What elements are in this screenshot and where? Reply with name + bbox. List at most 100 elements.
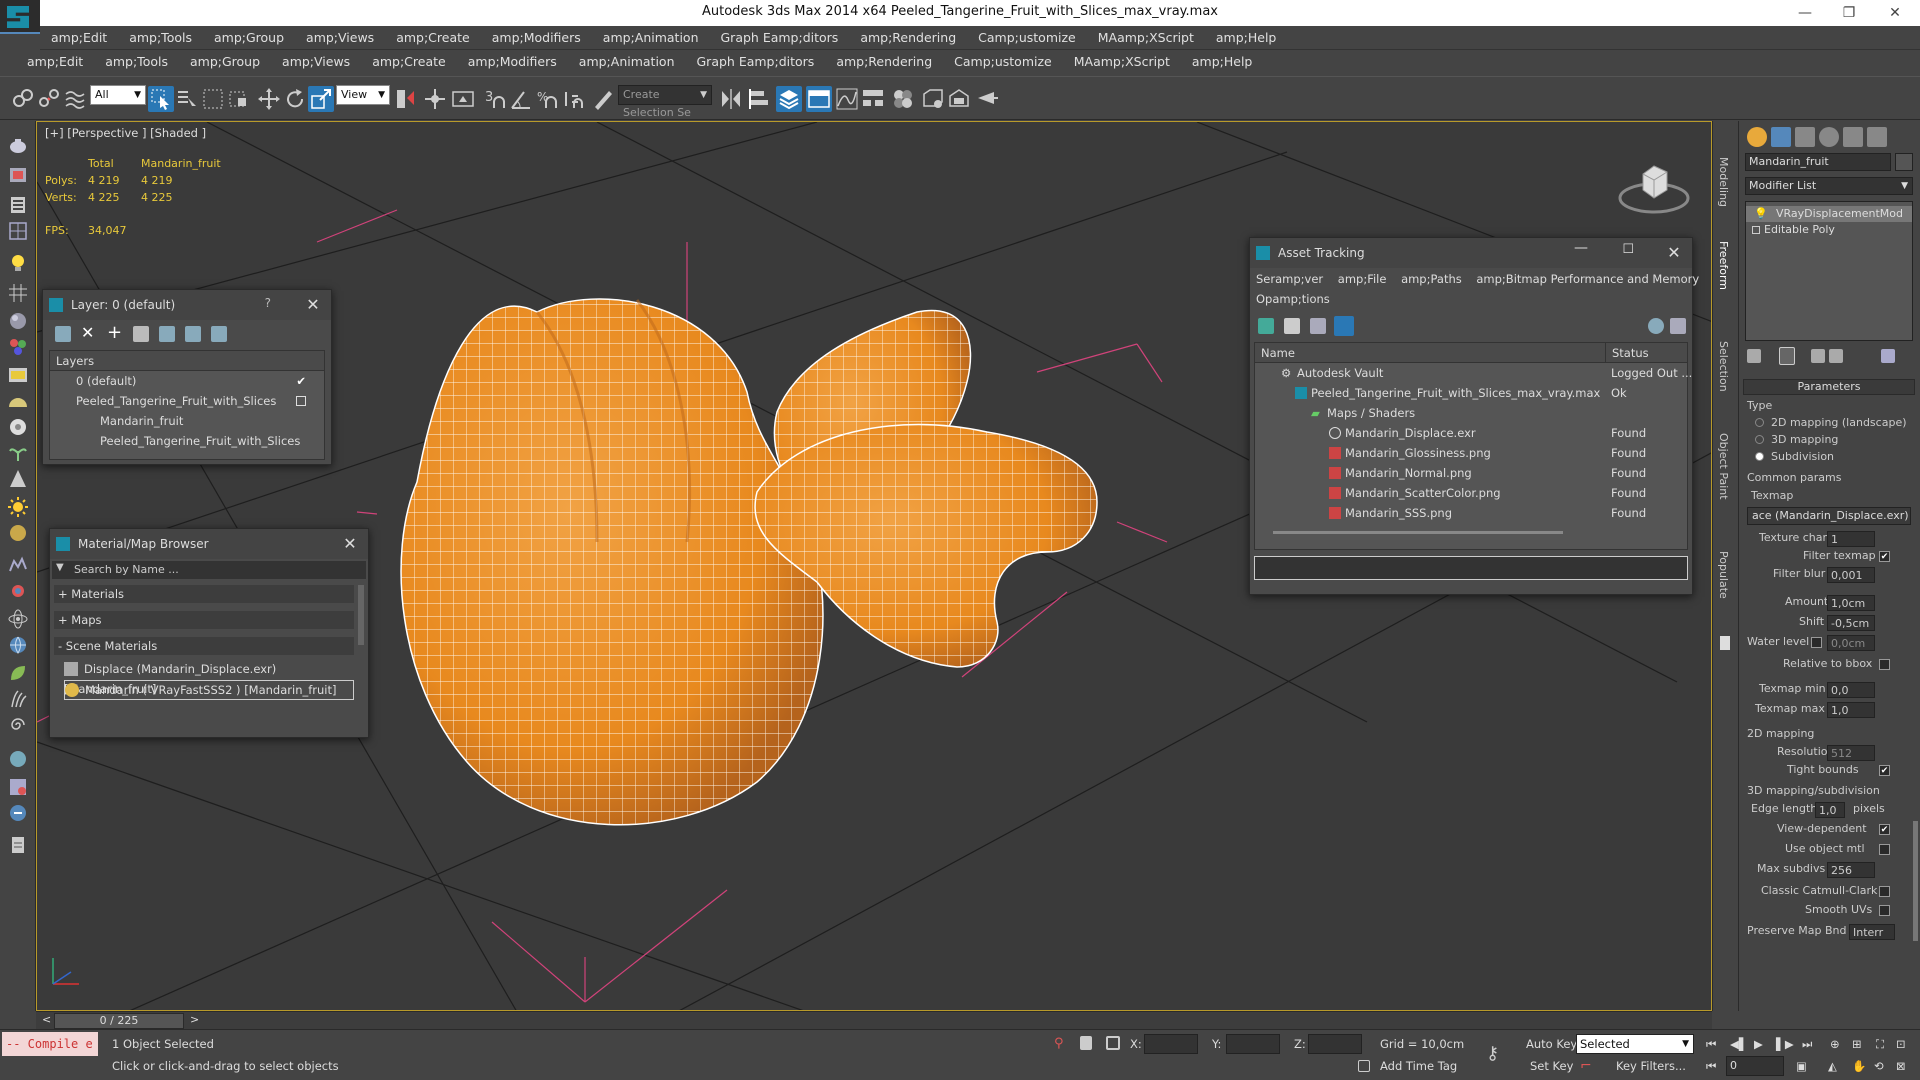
move-icon[interactable] bbox=[256, 86, 282, 112]
minimize-button[interactable]: — bbox=[1782, 0, 1828, 26]
horizontal-scrollbar[interactable] bbox=[1273, 531, 1563, 534]
curve-editor-icon[interactable] bbox=[834, 86, 860, 112]
link-icon[interactable] bbox=[10, 86, 36, 112]
key-icon[interactable]: ⚷ bbox=[1486, 1045, 1512, 1063]
layer-current-box-icon[interactable] bbox=[296, 396, 306, 406]
texmap-button[interactable]: ace (Mandarin_Displace.exr) bbox=[1747, 507, 1911, 525]
type-option-3d[interactable]: 3D mapping bbox=[1755, 433, 1919, 451]
minimize-icon[interactable]: — bbox=[1574, 240, 1588, 256]
percent-snap-icon[interactable]: % bbox=[534, 86, 560, 112]
make-unique-icon[interactable] bbox=[1811, 349, 1825, 363]
asset-tracking-close-icon[interactable]: ✕ bbox=[1664, 238, 1684, 268]
asset-menu-options[interactable]: Opamp;tions bbox=[1256, 292, 1330, 306]
ribbon-toggle-icon[interactable] bbox=[1720, 636, 1730, 650]
maximize-toggle-icon[interactable]: ⊠ bbox=[1896, 1056, 1906, 1076]
filter-texmap-checkbox[interactable]: ✔ bbox=[1879, 551, 1890, 562]
add-to-layer-icon[interactable]: + bbox=[107, 324, 123, 342]
previous-frame-icon[interactable]: ◀▌ bbox=[1730, 1034, 1748, 1054]
sphere-gizmo-icon[interactable] bbox=[6, 747, 30, 771]
viewcube-icon[interactable] bbox=[1617, 156, 1691, 216]
maximize-icon[interactable]: ☐ bbox=[1622, 242, 1634, 257]
menu-customize[interactable]: Camp;ustomize bbox=[943, 50, 1063, 74]
preserve-map-dropdown[interactable]: Interr bbox=[1849, 924, 1895, 940]
app-logo-icon[interactable] bbox=[0, 0, 40, 34]
material-editor-icon[interactable] bbox=[890, 86, 916, 112]
menu-graph-editors[interactable]: Graph Eamp;ditors bbox=[710, 26, 850, 50]
globe-icon[interactable] bbox=[6, 633, 30, 657]
asset-row[interactable]: Mandarin_Displace.exr Found bbox=[1255, 423, 1687, 443]
help-icon[interactable]: ? bbox=[265, 296, 271, 310]
pin-stack-icon[interactable] bbox=[1747, 349, 1761, 363]
asset-row[interactable]: ⚙ Autodesk Vault Logged Out ... bbox=[1255, 363, 1692, 383]
use-object-mtl-checkbox[interactable] bbox=[1879, 844, 1890, 855]
rendered-frame-window-icon[interactable] bbox=[946, 86, 972, 112]
expand-box-icon[interactable] bbox=[1752, 226, 1760, 234]
col-name-header[interactable]: Name bbox=[1261, 343, 1295, 363]
hemisphere-icon[interactable] bbox=[6, 389, 30, 413]
tab-populate[interactable]: Populate bbox=[1717, 551, 1730, 599]
add-time-tag[interactable]: Add Time Tag bbox=[1380, 1056, 1457, 1076]
pivot-center-icon[interactable] bbox=[392, 86, 418, 112]
modifier-list-dropdown[interactable]: Modifier List ▼ bbox=[1745, 177, 1913, 195]
asset-menu-file[interactable]: amp;File bbox=[1338, 272, 1387, 286]
close-button[interactable]: ✕ bbox=[1872, 0, 1918, 26]
zoom-icon[interactable]: ⊕ bbox=[1830, 1034, 1840, 1054]
highlight-layer-icon[interactable] bbox=[159, 326, 175, 342]
snap-toggle-icon[interactable]: 3 bbox=[482, 86, 508, 112]
zoom-extents-icon[interactable]: ⛶ bbox=[1876, 1034, 1884, 1054]
water-level-checkbox[interactable] bbox=[1811, 637, 1822, 648]
menu-modifiers[interactable]: amp;Modifiers bbox=[457, 50, 568, 74]
time-tag-icon[interactable] bbox=[1358, 1060, 1370, 1072]
isolate-icon[interactable]: ⚲ bbox=[1054, 1036, 1066, 1051]
scale-icon[interactable] bbox=[308, 86, 334, 112]
key-filters-button[interactable]: Key Filters... bbox=[1616, 1056, 1686, 1076]
create-layer-icon[interactable] bbox=[55, 326, 71, 342]
tab-selection[interactable]: Selection bbox=[1717, 341, 1730, 392]
motion-tab-icon[interactable] bbox=[1819, 127, 1839, 147]
sphere-icon[interactable] bbox=[6, 309, 30, 333]
light-bulb-icon[interactable]: 💡 bbox=[1754, 206, 1768, 222]
layer-column-header[interactable]: Layers bbox=[50, 351, 324, 371]
utilities-tab-icon[interactable] bbox=[1867, 127, 1887, 147]
render-frame-icon[interactable] bbox=[6, 163, 30, 187]
maximize-button[interactable]: ❐ bbox=[1826, 0, 1872, 26]
tab-object-paint[interactable]: Object Paint bbox=[1717, 433, 1730, 500]
type-option-2d[interactable]: 2D mapping (landscape) bbox=[1755, 416, 1919, 434]
ball-icon[interactable] bbox=[6, 521, 30, 545]
unlink-icon[interactable] bbox=[36, 86, 62, 112]
layer-item-peeled-tangerine[interactable]: Peeled_Tangerine_Fruit_with_Slices bbox=[50, 391, 324, 411]
go-to-end-icon[interactable]: ⏭ bbox=[1802, 1034, 1812, 1054]
texmap-max-input[interactable]: 1,0 bbox=[1827, 702, 1875, 718]
field-of-view-icon[interactable]: ◭ bbox=[1828, 1056, 1837, 1076]
plant-icon[interactable] bbox=[6, 441, 30, 465]
scatter-icon[interactable] bbox=[6, 553, 30, 577]
teapot-icon[interactable] bbox=[6, 133, 30, 157]
col-status-header[interactable]: Status bbox=[1605, 343, 1649, 363]
layer-item-mandarin-fruit[interactable]: Mandarin_fruit bbox=[50, 411, 324, 431]
spiral-icon[interactable] bbox=[6, 713, 30, 737]
tab-freeform[interactable]: Freeform bbox=[1717, 241, 1730, 290]
menu-help[interactable]: amp;Help bbox=[1181, 50, 1263, 74]
window-crossing-icon[interactable] bbox=[226, 86, 252, 112]
asset-menu-server[interactable]: Seramp;ver bbox=[1256, 272, 1323, 286]
set-key-icon[interactable]: ⌐ bbox=[1580, 1058, 1596, 1074]
align-icon[interactable] bbox=[746, 86, 772, 112]
named-selection-set-input[interactable]: Create Selection Se ▼ bbox=[618, 85, 712, 119]
select-manipulate-icon[interactable] bbox=[422, 86, 448, 112]
schematic-view-icon[interactable] bbox=[860, 86, 886, 112]
type-option-subdivision[interactable]: Subdivision bbox=[1755, 450, 1919, 468]
display-tab-icon[interactable] bbox=[1843, 127, 1863, 147]
menu-customize[interactable]: Camp;ustomize bbox=[967, 26, 1087, 50]
bind-space-warp-icon[interactable] bbox=[62, 86, 88, 112]
menu-maxscript[interactable]: MAamp;XScript bbox=[1087, 26, 1205, 50]
atom-icon[interactable] bbox=[6, 607, 30, 631]
details-view-icon[interactable] bbox=[1310, 318, 1326, 334]
layer-item-default[interactable]: 0 (default) ✔ bbox=[50, 371, 324, 391]
shift-input[interactable]: -0,5cm bbox=[1827, 615, 1875, 631]
asset-row[interactable]: Peeled_Tangerine_Fruit_with_Slices_max_v… bbox=[1255, 383, 1687, 403]
perspective-viewport[interactable]: [+] [Perspective ] [Shaded ] Total Manda… bbox=[36, 121, 1712, 1011]
scrollbar[interactable] bbox=[358, 585, 364, 645]
edge-length-input[interactable]: 1,0 bbox=[1815, 802, 1845, 818]
parameters-rollout[interactable]: Parameters bbox=[1743, 379, 1915, 395]
pan-icon[interactable]: ✋ bbox=[1852, 1056, 1866, 1076]
